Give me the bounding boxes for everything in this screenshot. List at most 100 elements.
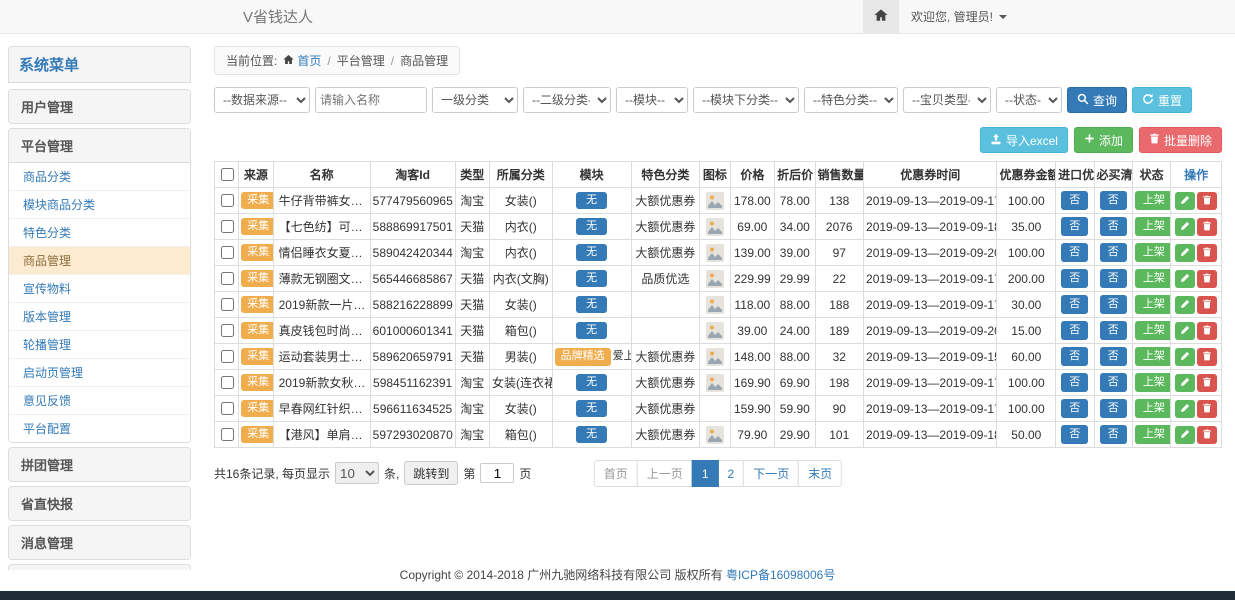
mustbuy-toggle[interactable]: 否 bbox=[1100, 321, 1127, 339]
sidebar-item[interactable]: 意见反馈 bbox=[9, 387, 190, 415]
row-checkbox[interactable] bbox=[221, 376, 234, 389]
search-button[interactable]: 查询 bbox=[1067, 87, 1127, 113]
status-button[interactable]: 上架 bbox=[1135, 217, 1171, 235]
delete-button[interactable] bbox=[1197, 322, 1217, 340]
delete-button[interactable] bbox=[1197, 192, 1217, 210]
mustbuy-toggle[interactable]: 否 bbox=[1100, 217, 1127, 235]
row-checkbox[interactable] bbox=[221, 220, 234, 233]
filter-select[interactable]: --模块-- bbox=[616, 87, 688, 113]
mustbuy-toggle[interactable]: 否 bbox=[1100, 295, 1127, 313]
status-button[interactable]: 上架 bbox=[1135, 425, 1171, 443]
mustbuy-toggle[interactable]: 否 bbox=[1100, 347, 1127, 365]
sidebar-item[interactable]: 模块商品分类 bbox=[9, 191, 190, 219]
add-button[interactable]: 添加 bbox=[1074, 127, 1133, 153]
status-button[interactable]: 上架 bbox=[1135, 321, 1171, 339]
delete-button[interactable] bbox=[1197, 296, 1217, 314]
status-button[interactable]: 上架 bbox=[1135, 243, 1171, 261]
filter-select[interactable]: --模块下分类-- bbox=[693, 87, 799, 113]
select-all-checkbox[interactable] bbox=[221, 168, 234, 181]
status-button[interactable]: 上架 bbox=[1135, 191, 1171, 209]
import-select-toggle[interactable]: 否 bbox=[1061, 269, 1088, 287]
sidebar-item[interactable]: 特色分类 bbox=[9, 219, 190, 247]
import-select-toggle[interactable]: 否 bbox=[1061, 217, 1088, 235]
filter-select[interactable]: --特色分类-- bbox=[804, 87, 898, 113]
sidebar-section-header[interactable]: 省直快报 bbox=[9, 487, 190, 520]
import-select-toggle[interactable]: 否 bbox=[1061, 425, 1088, 443]
import-select-toggle[interactable]: 否 bbox=[1061, 373, 1088, 391]
delete-button[interactable] bbox=[1197, 270, 1217, 288]
mustbuy-toggle[interactable]: 否 bbox=[1100, 425, 1127, 443]
filter-source-select[interactable]: --数据来源-- bbox=[214, 87, 310, 113]
edit-button[interactable] bbox=[1175, 322, 1195, 340]
delete-button[interactable] bbox=[1197, 374, 1217, 392]
status-button[interactable]: 上架 bbox=[1135, 399, 1171, 417]
delete-button[interactable] bbox=[1197, 348, 1217, 366]
breadcrumb-home-link[interactable]: 首页 bbox=[283, 52, 321, 69]
user-menu[interactable]: 欢迎您, 管理员! bbox=[899, 0, 1019, 33]
filter-select[interactable]: --二级分类-- bbox=[523, 87, 611, 113]
row-checkbox[interactable] bbox=[221, 298, 234, 311]
sidebar-item[interactable]: 轮播管理 bbox=[9, 331, 190, 359]
edit-button[interactable] bbox=[1175, 374, 1195, 392]
import-select-toggle[interactable]: 否 bbox=[1061, 191, 1088, 209]
import-select-toggle[interactable]: 否 bbox=[1061, 347, 1088, 365]
page-button[interactable]: 下一页 bbox=[743, 460, 799, 487]
sidebar-item[interactable]: 启动页管理 bbox=[9, 359, 190, 387]
edit-button[interactable] bbox=[1175, 218, 1195, 236]
status-button[interactable]: 上架 bbox=[1135, 347, 1171, 365]
page-button[interactable]: 上一页 bbox=[637, 460, 693, 487]
row-checkbox[interactable] bbox=[221, 194, 234, 207]
jump-button[interactable]: 跳转到 bbox=[404, 461, 458, 485]
row-checkbox[interactable] bbox=[221, 350, 234, 363]
sidebar-item[interactable]: 平台配置 bbox=[9, 415, 190, 442]
edit-button[interactable] bbox=[1175, 192, 1195, 210]
mustbuy-toggle[interactable]: 否 bbox=[1100, 373, 1127, 391]
sidebar-section-header[interactable]: 平台管理 bbox=[9, 129, 190, 162]
status-button[interactable]: 上架 bbox=[1135, 373, 1171, 391]
import-select-toggle[interactable]: 否 bbox=[1061, 399, 1088, 417]
home-button[interactable] bbox=[863, 0, 899, 33]
row-checkbox[interactable] bbox=[221, 402, 234, 415]
mustbuy-toggle[interactable]: 否 bbox=[1100, 243, 1127, 261]
sidebar-item[interactable]: 版本管理 bbox=[9, 303, 190, 331]
status-button[interactable]: 上架 bbox=[1135, 269, 1171, 287]
edit-button[interactable] bbox=[1175, 348, 1195, 366]
status-button[interactable]: 上架 bbox=[1135, 295, 1171, 313]
import-select-toggle[interactable]: 否 bbox=[1061, 243, 1088, 261]
delete-button[interactable] bbox=[1197, 426, 1217, 444]
filter-select[interactable]: 一级分类 bbox=[432, 87, 518, 113]
row-checkbox[interactable] bbox=[221, 324, 234, 337]
icp-link[interactable]: 粤ICP备16098006号 bbox=[726, 568, 835, 582]
import-excel-button[interactable]: 导入excel bbox=[980, 127, 1068, 153]
sidebar-section-header[interactable]: 用户管理 bbox=[9, 90, 190, 123]
edit-button[interactable] bbox=[1175, 270, 1195, 288]
import-select-toggle[interactable]: 否 bbox=[1061, 295, 1088, 313]
page-number-input[interactable] bbox=[480, 463, 514, 483]
mustbuy-toggle[interactable]: 否 bbox=[1100, 191, 1127, 209]
delete-button[interactable] bbox=[1197, 400, 1217, 418]
filter-name-input[interactable] bbox=[315, 87, 427, 113]
page-size-select[interactable]: 10 bbox=[335, 462, 379, 484]
import-select-toggle[interactable]: 否 bbox=[1061, 321, 1088, 339]
reset-button[interactable]: 重置 bbox=[1132, 87, 1192, 113]
edit-button[interactable] bbox=[1175, 244, 1195, 262]
page-button[interactable]: 末页 bbox=[798, 460, 842, 487]
filter-select[interactable]: --状态-- bbox=[996, 87, 1062, 113]
sidebar-section-header[interactable]: 消息管理 bbox=[9, 526, 190, 559]
mustbuy-toggle[interactable]: 否 bbox=[1100, 399, 1127, 417]
edit-button[interactable] bbox=[1175, 426, 1195, 444]
row-checkbox[interactable] bbox=[221, 272, 234, 285]
page-button[interactable]: 首页 bbox=[594, 460, 638, 487]
delete-button[interactable] bbox=[1197, 218, 1217, 236]
sidebar-item[interactable]: 商品分类 bbox=[9, 163, 190, 191]
page-button[interactable]: 1 bbox=[692, 460, 719, 487]
delete-button[interactable] bbox=[1197, 244, 1217, 262]
filter-select[interactable]: --宝贝类型-- bbox=[903, 87, 991, 113]
edit-button[interactable] bbox=[1175, 400, 1195, 418]
edit-button[interactable] bbox=[1175, 296, 1195, 314]
row-checkbox[interactable] bbox=[221, 246, 234, 259]
sidebar-item[interactable]: 商品管理 bbox=[9, 247, 190, 275]
mustbuy-toggle[interactable]: 否 bbox=[1100, 269, 1127, 287]
sidebar-section-header[interactable]: 拼团管理 bbox=[9, 448, 190, 481]
batch-delete-button[interactable]: 批量删除 bbox=[1139, 127, 1222, 153]
